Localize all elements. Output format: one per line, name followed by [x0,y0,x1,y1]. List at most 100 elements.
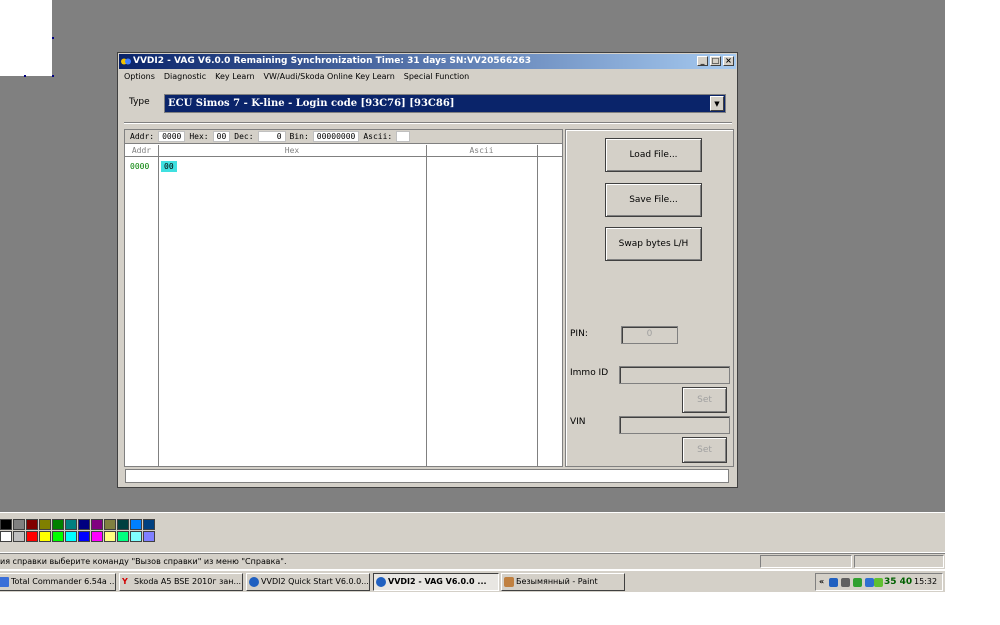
column-header-addr: Addr [131,146,152,155]
task-label: VVDI2 - VAG V6.0.0 ... [388,577,487,586]
color-swatch[interactable] [52,519,64,530]
type-selected-value: ECU Simos 7 - K-line - Login code [93C76… [168,98,455,109]
swap-bytes-button[interactable]: Swap bytes L/H [605,227,702,261]
minimize-button[interactable]: _ [697,56,708,66]
menu-online-key-learn[interactable]: VW/Audi/Skoda Online Key Learn [264,70,395,84]
hex-column-header: Addr Hex Ascii [125,145,562,157]
color-swatch[interactable] [65,519,77,530]
taskbar-item-total-commander[interactable]: Total Commander 6.54a ... [0,573,116,591]
addr-field: 0000 [158,131,186,142]
menu-options[interactable]: Options [124,70,155,84]
load-file-button[interactable]: Load File... [605,138,702,172]
window-title: VVDI2 - VAG V6.0.0 Remaining Synchroniza… [133,56,531,66]
addr-label: Addr: [130,131,155,141]
color-swatch[interactable] [13,519,25,530]
taskbar-item-vvdi2-quick-start[interactable]: VVDI2 Quick Start V6.0.0... [246,573,370,591]
ascii-label: Ascii: [363,131,393,141]
title-bar[interactable]: VVDI2 - VAG V6.0.0 Remaining Synchroniza… [119,54,736,69]
color-swatch[interactable] [78,531,90,542]
set-immo-button[interactable]: Set [682,387,727,413]
yandex-icon: Y [122,577,128,586]
taskbar: Total Commander 6.54a ... Y Skoda A5 BSE… [0,570,945,592]
canvas-resize-handle[interactable] [52,37,54,39]
color-swatch[interactable] [91,519,103,530]
selected-byte[interactable]: 00 [161,161,177,172]
network-icon[interactable] [853,578,862,587]
color-swatch[interactable] [117,519,129,530]
color-swatch[interactable] [39,531,51,542]
task-label: VVDI2 Quick Start V6.0.0... [261,577,369,586]
hex-field: 00 [212,131,231,142]
menu-key-learn[interactable]: Key Learn [215,70,254,84]
clock[interactable]: 15:32 [914,574,937,590]
gear-icon[interactable] [841,578,850,587]
color-swatch[interactable] [104,519,116,530]
paint-canvas[interactable] [0,0,52,76]
vvdi-icon [249,577,259,587]
vvdi-logo-icon [121,58,131,65]
paint-color-box [0,512,945,552]
column-divider [426,145,427,466]
set-vin-button[interactable]: Set [682,437,727,463]
color-swatch[interactable] [26,531,38,542]
canvas-resize-handle[interactable] [52,75,54,77]
ascii-field [396,131,411,142]
close-button[interactable]: × [723,56,734,66]
color-swatch[interactable] [130,519,142,530]
folder-icon [0,577,9,587]
maximize-button[interactable]: □ [710,56,721,66]
color-swatch[interactable] [78,519,90,530]
vin-label: VIN [570,417,586,427]
color-swatch[interactable] [130,531,142,542]
pin-label: PIN: [570,329,588,339]
help-hint-text: ия справки выберите команду "Вызов справ… [0,557,287,566]
color-swatch[interactable] [143,519,155,530]
taskbar-item-paint[interactable]: Безымянный - Paint [501,573,625,591]
paint-icon [504,577,514,587]
hex-info-bar: Addr: 0000 Hex: 00 Dec: 0 Bin: 00000000 … [125,130,562,144]
color-palette [0,519,155,542]
color-swatch[interactable] [65,531,77,542]
vvdi-tray-icon[interactable] [829,578,838,587]
dec-label: Dec: [234,131,254,141]
task-label: Total Commander 6.54a ... [11,577,116,586]
color-swatch[interactable] [91,531,103,542]
color-swatch[interactable] [0,519,12,530]
window-status-bar [125,469,729,483]
bin-label: Bin: [289,131,309,141]
taskbar-item-browser[interactable]: Y Skoda A5 BSE 2010г зан... [119,573,243,591]
pin-field: 0 [621,326,678,344]
color-swatch[interactable] [143,531,155,542]
vvdi2-window: VVDI2 - VAG V6.0.0 Remaining Synchroniza… [117,52,738,488]
actions-panel: Load File... Save File... Swap bytes L/H… [565,129,734,467]
color-swatch[interactable] [0,531,12,542]
color-swatch[interactable] [52,531,64,542]
chevron-down-icon[interactable]: ▼ [710,96,724,111]
menu-diagnostic[interactable]: Diagnostic [164,70,206,84]
hex-editor[interactable]: Addr: 0000 Hex: 00 Dec: 0 Bin: 00000000 … [124,129,563,467]
immo-id-label: Immo ID [570,368,609,378]
tray-expand-icon[interactable]: « [819,574,824,590]
color-swatch[interactable] [104,531,116,542]
divider [124,122,732,124]
dec-field: 0 [257,131,286,142]
type-label: Type [129,97,150,107]
menu-special-function[interactable]: Special Function [404,70,469,84]
shield-icon[interactable] [874,578,883,587]
paint-status-bar: ия справки выберите команду "Вызов справ… [0,553,945,569]
type-dropdown[interactable]: ECU Simos 7 - K-line - Login code [93C76… [164,94,726,113]
column-header-hex: Hex [284,146,300,155]
column-divider [158,145,159,466]
canvas-resize-handle[interactable] [24,75,26,77]
task-label: Skoda A5 BSE 2010г зан... [134,577,242,586]
taskbar-item-vvdi2-vag[interactable]: VVDI2 - VAG V6.0.0 ... [373,573,499,591]
monitor-icon[interactable] [865,578,874,587]
color-swatch[interactable] [117,531,129,542]
color-swatch[interactable] [13,531,25,542]
system-tray: « 35 40 15:32 [815,573,943,591]
color-swatch[interactable] [26,519,38,530]
save-file-button[interactable]: Save File... [605,183,702,217]
menu-bar: Options Diagnostic Key Learn VW/Audi/Sko… [119,70,736,84]
color-swatch[interactable] [39,519,51,530]
tray-counter: 35 40 [884,577,913,587]
